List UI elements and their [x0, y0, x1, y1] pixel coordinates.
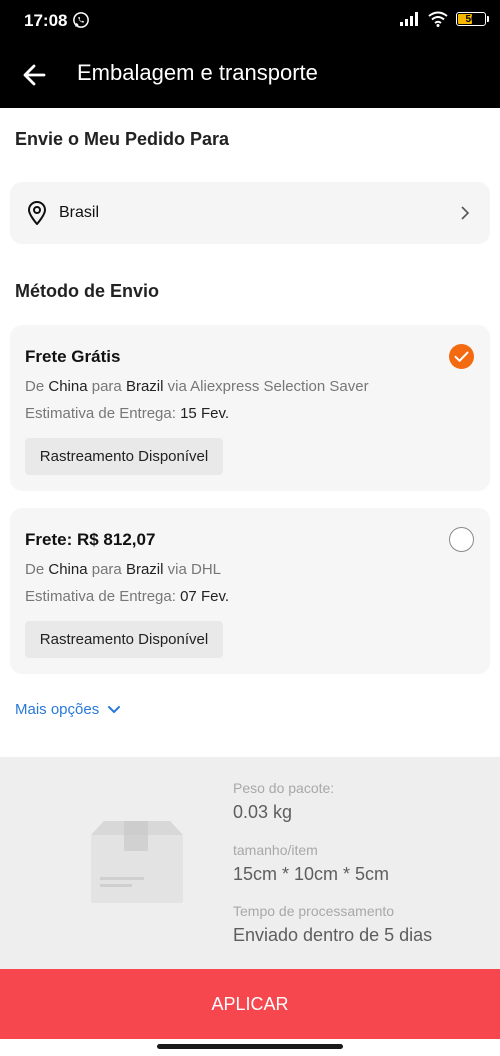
destination-country: Brasil: [59, 204, 100, 221]
more-options-label: Mais opções: [15, 701, 100, 718]
battery-level: 50: [465, 13, 477, 25]
wifi-icon: [428, 11, 448, 27]
back-arrow-icon[interactable]: [20, 60, 50, 90]
processing-label: Tempo de processamento: [233, 903, 395, 919]
shipping-heading: Método de Envio: [15, 281, 159, 301]
location-pin-icon: [27, 201, 47, 225]
shipping-option-dhl[interactable]: Frete: R$ 812,07 De China para Brazil vi…: [10, 508, 490, 674]
option-title: Frete: R$ 812,07: [25, 530, 156, 549]
chevron-right-icon: [461, 206, 470, 220]
package-box-icon: [91, 821, 183, 903]
status-bar: 17:08 50: [0, 0, 500, 40]
option-eta: Estimativa de Entrega: 07 Fev.: [25, 588, 230, 605]
home-indicator[interactable]: [157, 1044, 343, 1049]
selected-radio[interactable]: [449, 344, 474, 369]
option-route: De China para Brazil via DHL: [25, 561, 221, 578]
apply-button[interactable]: APLICAR: [0, 969, 500, 1039]
destination-selector[interactable]: Brasil: [10, 182, 490, 244]
unselected-radio[interactable]: [449, 527, 474, 552]
whatsapp-icon: [73, 12, 89, 28]
processing-value: Enviado dentro de 5 dias: [233, 925, 433, 945]
size-value: 15cm * 10cm * 5cm: [233, 864, 390, 884]
app-bar: Embalagem e transporte: [0, 40, 500, 108]
tracking-badge: Rastreamento Disponível: [25, 438, 223, 475]
weight-label: Peso do pacote:: [233, 780, 335, 796]
shipping-option-free[interactable]: Frete Grátis De China para Brazil via Al…: [10, 325, 490, 491]
option-route: De China para Brazil via Aliexpress Sele…: [25, 378, 369, 395]
battery-icon: 50: [456, 12, 489, 26]
status-time: 17:08: [24, 11, 68, 30]
weight-value: 0.03 kg: [233, 802, 293, 822]
signal-icon: [400, 12, 418, 26]
more-options-link[interactable]: Mais opções: [15, 701, 121, 718]
destination-heading: Envie o Meu Pedido Para: [15, 129, 230, 149]
status-icons: 50: [400, 11, 489, 27]
option-eta: Estimativa de Entrega: 15 Fev.: [25, 405, 230, 422]
page-title: Embalagem e transporte: [77, 60, 318, 85]
tracking-badge: Rastreamento Disponível: [25, 621, 223, 658]
option-title: Frete Grátis: [25, 347, 121, 366]
package-info-panel: Peso do pacote: 0.03 kg tamanho/item 15c…: [0, 757, 500, 969]
chevron-down-icon: [108, 705, 121, 713]
size-label: tamanho/item: [233, 842, 318, 858]
checkmark-icon: [454, 351, 469, 362]
